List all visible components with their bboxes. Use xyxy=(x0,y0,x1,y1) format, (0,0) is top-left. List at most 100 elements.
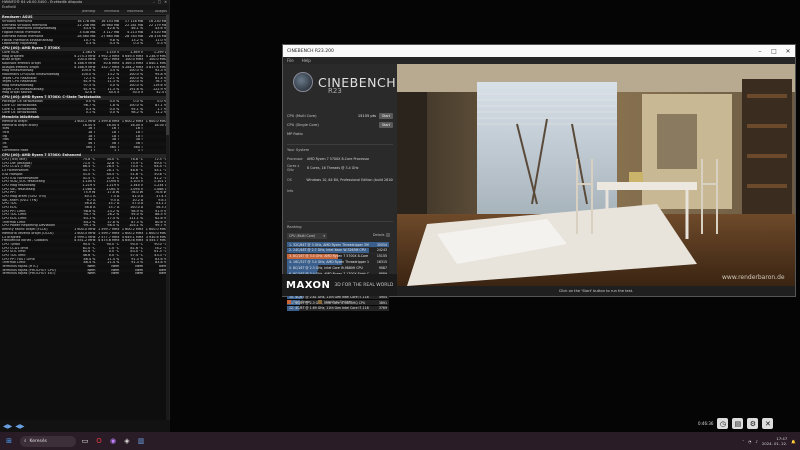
arrows-icon[interactable]: ◀▶ xyxy=(15,423,24,430)
ranking-select[interactable]: CPU (Multi Core) ▾ xyxy=(287,233,327,239)
ranking-row[interactable]: 3. 8C/16T @ 3.4 GHz, AMD Ryzen 7 5700X 8… xyxy=(287,253,389,259)
maximize-icon[interactable]: □ xyxy=(158,0,161,5)
cinebench-title: CINEBENCH R23.200 xyxy=(287,48,334,54)
score-row-single: CPU (Single Core) Start xyxy=(287,121,393,128)
ranking-row[interactable]: 1. 32C/64T @ 3 GHz, AMD Ryzen Threadripp… xyxy=(287,242,389,248)
sensor-value: 1 T xyxy=(113,149,120,153)
hwinfo-taskbar-icon[interactable]: ▥ xyxy=(136,436,146,446)
system-key: Processor xyxy=(287,157,303,161)
ranking-cpu-name: 4. 16C/32T @ 3.4 GHz, AMD Ryzen Threadri… xyxy=(289,260,369,265)
ranking-score: 30054 xyxy=(376,242,387,247)
ranking-cpu-name: 12. 4C/8T @ 1.69 GHz, 11th Gen Intel Cor… xyxy=(289,306,369,311)
scrollbar-thumb[interactable] xyxy=(166,15,169,135)
sensor-value: 0.3 % xyxy=(85,42,96,46)
sensor-name: Termikus fojtás (PROCHOT EXT) xyxy=(2,272,56,276)
sensor-value: 1 T xyxy=(137,149,144,153)
chevron-down-icon: ▾ xyxy=(323,234,325,238)
cinebench-menubar: File Help xyxy=(283,57,795,64)
clock-icon[interactable]: ◷ xyxy=(717,418,729,429)
menu-help[interactable]: Help xyxy=(302,58,311,63)
sensor-row[interactable]: Termikus fojtás (PROCHOT EXT) Nem Nem Nem Ne… xyxy=(0,272,169,276)
column-max[interactable]: Maximális xyxy=(121,10,145,14)
column-avg[interactable]: Átlagos xyxy=(145,10,169,14)
legend-label: Your Score xyxy=(293,300,311,304)
sensor-group: CPU (Tctl/Tdie) 75.8 °C 34.0 °C 78.8 °C 72.5… xyxy=(0,158,169,276)
system-row-info: Info xyxy=(287,188,393,194)
ranking-score: 9087 xyxy=(378,265,387,270)
ranking-cpu-name: 1. 32C/64T @ 3 GHz, AMD Ryzen Threadripp… xyxy=(289,242,369,247)
system-value: Windows 10, 64 Bit, Professional Edition… xyxy=(306,178,393,182)
system-row-os: OS Windows 10, 64 Bit, Professional Edit… xyxy=(287,177,393,183)
hwinfo-menu-sensor[interactable]: Érzékelő xyxy=(2,5,16,10)
ranking-row[interactable]: 4. 16C/32T @ 3.4 GHz, AMD Ryzen Threadri… xyxy=(287,259,389,265)
report-icon[interactable]: ▤ xyxy=(732,418,744,429)
ranking-cpu-name: 5. 8C/16T @ 2.3 GHz, Intel Core i9-9880H… xyxy=(289,265,363,270)
start-single-button[interactable]: Start xyxy=(379,121,393,128)
network-icon[interactable]: ◔ xyxy=(748,439,751,444)
legend-identical: Identical System xyxy=(318,300,352,304)
taskbar-clock[interactable]: 17:47 2024. 01. 22. xyxy=(762,436,787,446)
maximize-icon[interactable]: □ xyxy=(767,45,781,57)
ranking-select-value: CPU (Multi Core) xyxy=(289,234,316,238)
menu-file[interactable]: File xyxy=(287,58,294,63)
taskbar-search[interactable]: ⌕ Keresés xyxy=(20,435,76,447)
ranking-score: 3769 xyxy=(378,306,387,311)
details-toggle[interactable]: Details xyxy=(373,233,391,237)
system-value: AMD Ryzen 7 5700X 8-Core Processor xyxy=(307,157,370,161)
cinebench-titlebar: CINEBENCH R23.200 – □ ✕ xyxy=(283,45,795,57)
sensor-value: 0.1 % xyxy=(85,111,96,115)
sensor-value: Nem xyxy=(135,272,144,276)
chevron-up-icon[interactable]: ˄ xyxy=(742,439,744,444)
legend-your-score: Your Score xyxy=(287,300,310,304)
sensor-group: Package C6 Tartózkodás 0.0 % 0.0 % 0.0 % 0.0… xyxy=(0,100,169,115)
hwinfo-sensor-list[interactable]: Rendszer: ASUS Virtuális memória 16 178 MB… xyxy=(0,15,169,428)
maxon-branding: MAXON 3D FOR THE REAL WORLD xyxy=(282,274,397,296)
hwinfo-tray-toolbar: 0:46:36 ◷ ▤ ⚙ ✕ xyxy=(698,418,774,429)
minimize-icon[interactable]: – xyxy=(153,0,155,5)
maxon-tagline: 3D FOR THE REAL WORLD xyxy=(334,282,394,288)
ranking-row[interactable]: 5. 8C/16T @ 2.3 GHz, Intel Core i9-9880H… xyxy=(287,265,389,271)
render-scene: www.renderbaron.de xyxy=(397,64,795,286)
start-multi-button[interactable]: Start xyxy=(379,112,393,119)
score-value: 15155 pts xyxy=(357,113,376,118)
search-placeholder: Keresés xyxy=(29,438,48,444)
sensor-group: Virtuális memória 16 178 MB 16 153 MB 17 11… xyxy=(0,20,169,46)
hwinfo-scrollbar[interactable] xyxy=(166,15,169,425)
arrows-icon[interactable]: ◀▶ xyxy=(3,423,12,430)
divider xyxy=(287,144,393,145)
browser-icon[interactable]: ◉ xyxy=(108,436,118,446)
score-label: MP Ratio xyxy=(287,131,303,136)
steam-icon[interactable]: ◈ xyxy=(122,436,132,446)
maxon-logo: MAXON xyxy=(286,279,331,291)
system-row-processor: Processor AMD Ryzen 7 5700X 8-Core Proce… xyxy=(287,156,393,162)
ranking-legend: Your Score Identical System xyxy=(287,300,352,304)
score-label: CPU (Single Core) xyxy=(287,122,319,127)
system-key: Cores x GHz xyxy=(287,164,300,172)
system-tray: ˄ ◔ ♪ 17:47 2024. 01. 22. 🔔 xyxy=(742,432,796,450)
windows-start-icon[interactable]: ⊞ xyxy=(4,436,14,446)
opera-icon[interactable]: O xyxy=(94,436,104,446)
score-label: CPU (Multi Core) xyxy=(287,113,317,118)
notification-icon[interactable]: 🔔 xyxy=(791,439,796,444)
column-current[interactable]: Jelenlegi xyxy=(74,10,98,14)
close-icon[interactable]: ✕ xyxy=(781,45,795,57)
legend-label: Identical System xyxy=(324,300,352,304)
sensor-value: 50.0 x xyxy=(132,91,144,95)
column-min[interactable]: Minimális xyxy=(97,10,121,14)
volume-icon[interactable]: ♪ xyxy=(755,439,757,444)
ranking-row[interactable]: 2. 24C/48T @ 2.7 GHz, Intel Xeon W-3265M… xyxy=(287,247,389,254)
file-explorer-icon[interactable]: ▭ xyxy=(80,436,90,446)
desktop: HWiNFO® 64 v8.00-5400 - Érzékelők állapo… xyxy=(0,0,800,450)
close-icon[interactable]: ✕ xyxy=(164,0,167,5)
ranking-score: 3891 xyxy=(378,300,387,305)
minimize-icon[interactable]: – xyxy=(753,45,767,57)
your-system-label: Your System xyxy=(287,148,310,152)
sensor-group: Memória órajel 1 600.1 MHz 1 599.8 MHz 1 60… xyxy=(0,119,169,153)
details-checkbox[interactable] xyxy=(386,233,391,237)
ranking-row[interactable]: 12. 4C/8T @ 1.69 GHz, 11th Gen Intel Cor… xyxy=(287,305,389,311)
close-icon[interactable]: ✕ xyxy=(762,418,774,429)
sensor-value: 0.0 % xyxy=(109,111,120,115)
elapsed-time: 0:46:36 xyxy=(698,421,714,426)
settings-icon[interactable]: ⚙ xyxy=(747,418,759,429)
ranking-score: 16315 xyxy=(376,260,387,265)
